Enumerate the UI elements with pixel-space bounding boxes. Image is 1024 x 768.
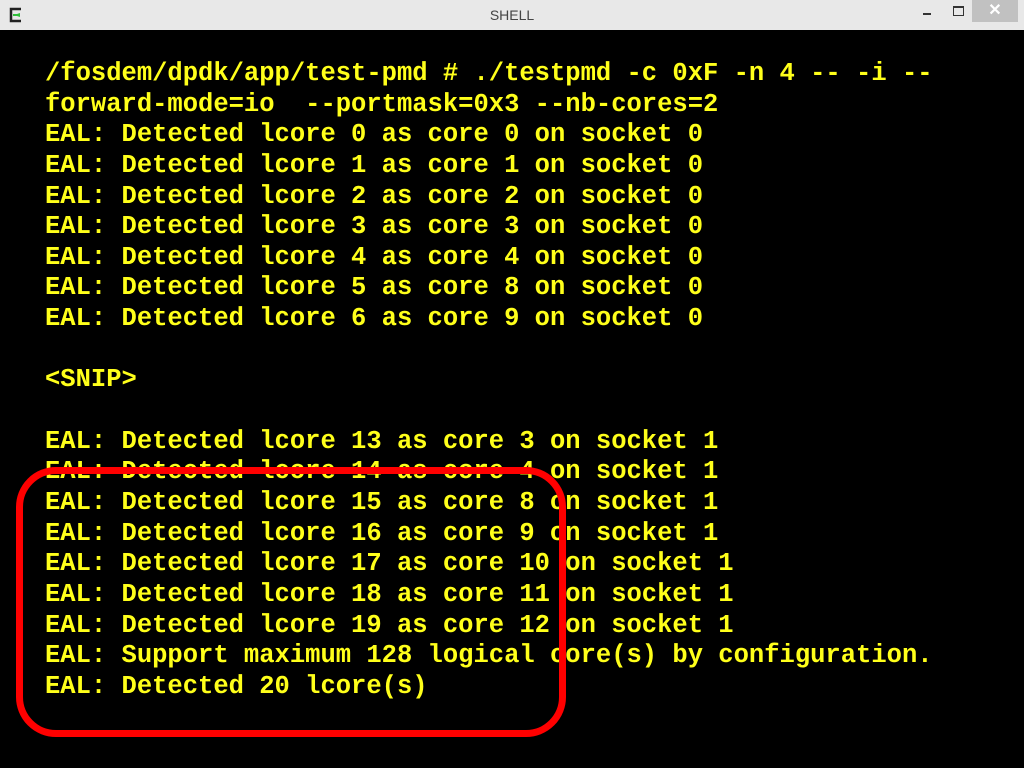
minimize-button[interactable]: [912, 0, 942, 22]
terminal-line: EAL: Detected lcore 0 as core 0 on socke…: [45, 120, 704, 150]
maximize-button[interactable]: [944, 0, 972, 22]
terminal-line: /fosdem/dpdk/app/test-pmd # ./testpmd -c…: [45, 59, 933, 88]
terminal-line: EAL: Detected lcore 2 as core 2 on socke…: [45, 181, 704, 211]
terminal-line: EAL: Detected lcore 1 as core 1 on socke…: [45, 150, 704, 180]
terminal-line: EAL: Detected lcore 3 as core 3 on socke…: [45, 212, 704, 242]
terminal-line: EAL: Detected lcore 17 as core 10 on soc…: [45, 549, 734, 579]
terminal-line: EAL: Detected 20 lcore(s): [45, 671, 428, 701]
terminal-line: EAL: Detected lcore 6 as core 9 on socke…: [45, 304, 704, 334]
terminal-line: EAL: Detected lcore 15 as core 8 on sock…: [45, 487, 719, 517]
terminal-line: EAL: Detected lcore 14 as core 4 on sock…: [45, 457, 719, 487]
title-bar: SHELL ✕: [0, 0, 1024, 30]
terminal-line: forward-mode=io --portmask=0x3 --nb-core…: [45, 89, 719, 119]
terminal-line: EAL: Detected lcore 5 as core 8 on socke…: [45, 273, 704, 303]
terminal-line: EAL: Detected lcore 4 as core 4 on socke…: [45, 242, 704, 272]
window-title: SHELL: [489, 7, 535, 23]
close-icon: ✕: [988, 2, 1002, 19]
terminal-line: EAL: Detected lcore 16 as core 9 on sock…: [45, 518, 719, 548]
terminal-line: EAL: Support maximum 128 logical core(s)…: [45, 641, 933, 671]
maximize-icon: [952, 6, 964, 16]
close-button[interactable]: ✕: [972, 0, 1018, 22]
terminal-line: EAL: Detected lcore 19 as core 12 on soc…: [45, 610, 734, 640]
terminal-line: EAL: Detected lcore 13 as core 3 on sock…: [45, 426, 719, 456]
terminal-line: <SNIP>: [45, 365, 137, 395]
terminal-output[interactable]: /fosdem/dpdk/app/test-pmd # ./testpmd -c…: [45, 59, 1015, 702]
terminal-line: EAL: Detected lcore 18 as core 11 on soc…: [45, 579, 734, 609]
minimize-icon: [923, 13, 931, 15]
